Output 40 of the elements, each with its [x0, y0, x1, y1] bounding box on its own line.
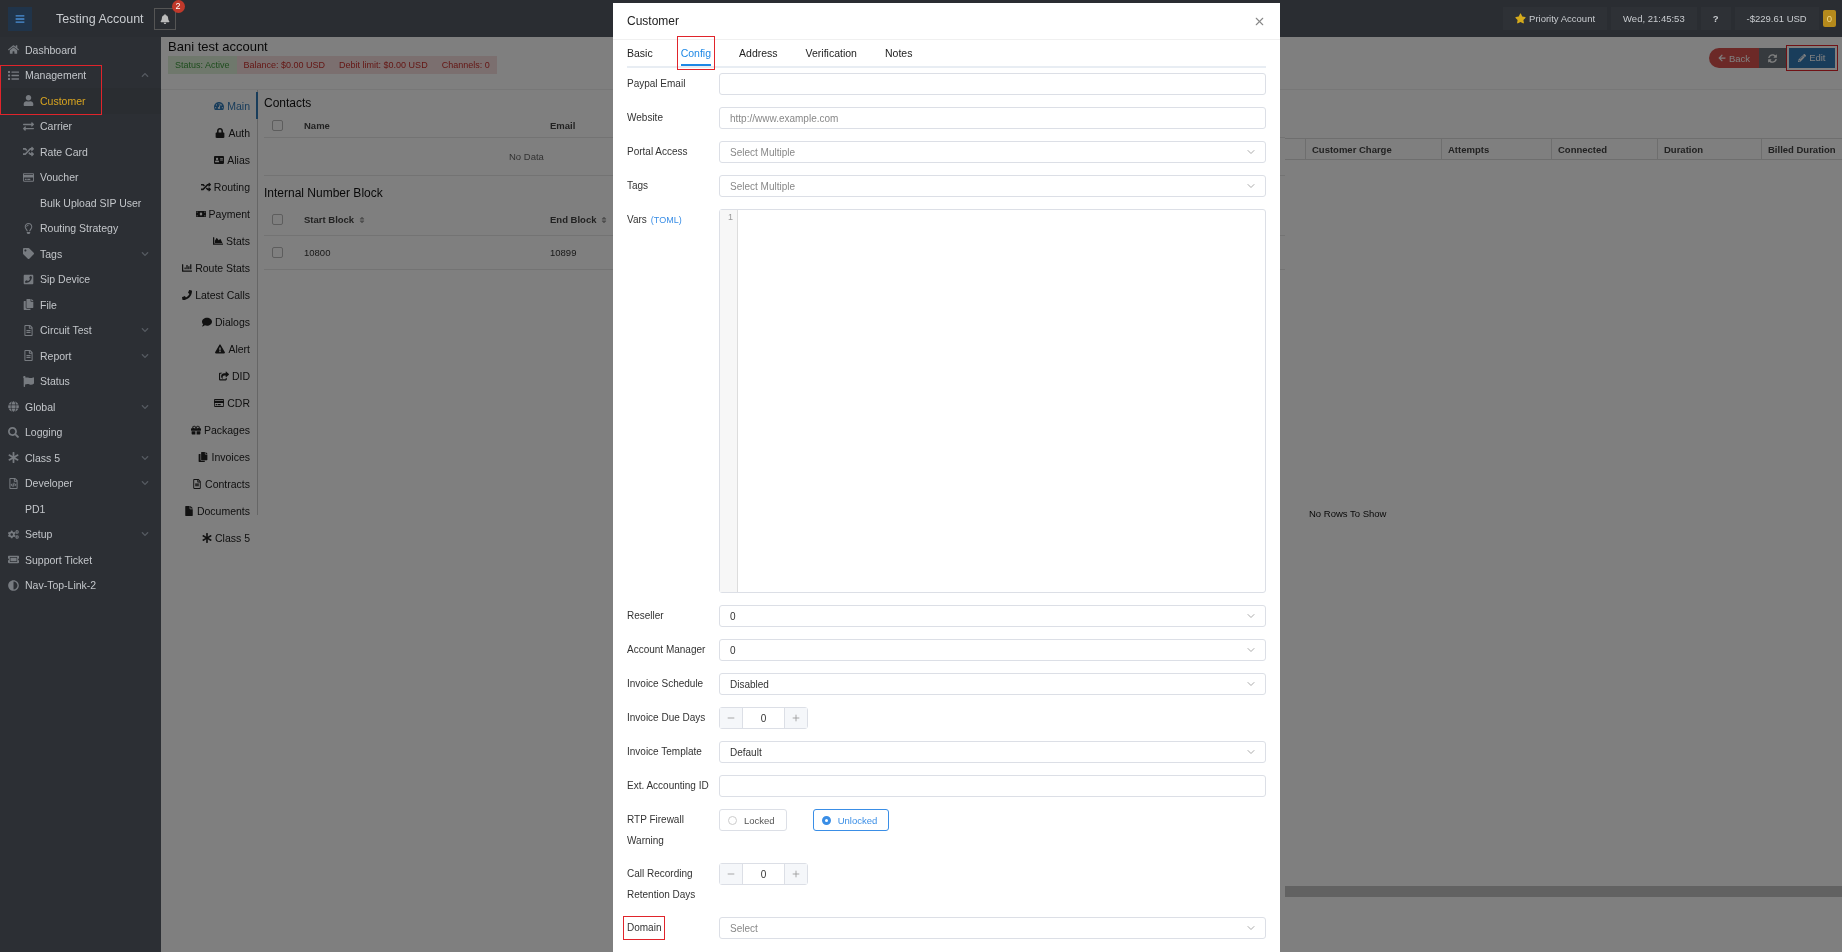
section-title: Internal Number Block [264, 185, 383, 202]
line-number: 1 [728, 212, 733, 222]
column-header: Connected [1551, 139, 1657, 159]
column-header: Email [550, 120, 577, 131]
empty-message: No Rows To Show [1309, 508, 1388, 519]
status-tag: Balance: $0.00 USD [236, 56, 333, 74]
field-label: Vars [627, 213, 647, 227]
page-title: Bani test account [168, 39, 269, 54]
status-tag: Status: Active [168, 56, 237, 74]
field-label: Paypal Email [627, 77, 686, 91]
account-title: Testing Account [56, 11, 144, 26]
field-label: Tags [627, 179, 649, 193]
count-badge: 0 [1822, 10, 1836, 27]
empty-message: No Data [509, 151, 544, 162]
status-tag: Debit limit: $0.00 USD [332, 56, 435, 74]
priority-account: Priority Account [1503, 7, 1608, 30]
field-label: Reseller [627, 609, 664, 623]
column-header: Customer Charge [1305, 139, 1441, 159]
account-balance: -$229.61 USD [1734, 7, 1819, 30]
clock: Wed, 21:45:53 [1611, 7, 1697, 30]
format-note: (TOML) [650, 214, 682, 227]
field-label: Account Manager [627, 643, 706, 657]
column-header: Name [304, 120, 331, 131]
field-label: Portal Access [627, 145, 688, 159]
field-label: Call Recording Retention Days [627, 867, 697, 902]
field-label: Invoice Template [627, 745, 702, 759]
column-header: Attempts [1441, 139, 1551, 159]
status-tag: Channels: 0 [434, 56, 497, 74]
field-label: Invoice Schedule [627, 677, 704, 691]
table-cell-text: 10899 [550, 247, 578, 258]
section-title: Contacts [264, 95, 312, 112]
column-header: Duration [1657, 139, 1761, 159]
field-label: Invoice Due Days [627, 711, 706, 725]
column-header: Billed Duration [1761, 139, 1842, 159]
table-cell-text: 10800 [304, 247, 332, 258]
field-label: Website [627, 111, 663, 125]
field-label: RTP Firewall Warning [627, 813, 685, 848]
notification-count: 2 [171, 0, 185, 13]
field-label: Ext. Accounting ID [627, 779, 709, 793]
dialog-title: Customer [627, 14, 679, 28]
